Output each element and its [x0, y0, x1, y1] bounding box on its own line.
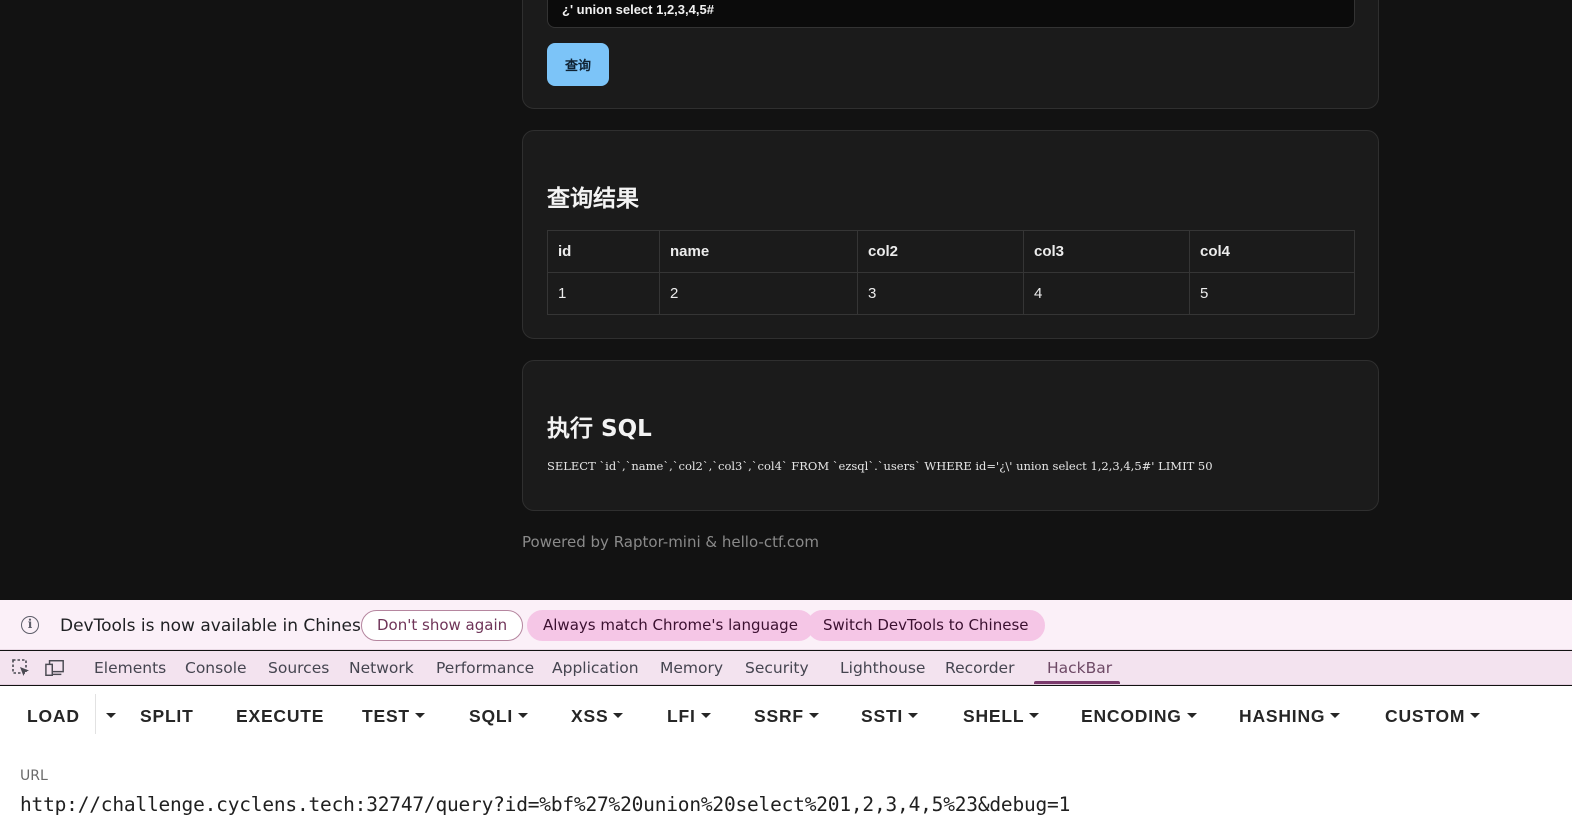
- chevron-down-icon: [414, 712, 425, 718]
- chevron-down-icon: [613, 712, 624, 718]
- load-button[interactable]: LOAD: [27, 706, 80, 727]
- column-header: col2: [857, 230, 1024, 273]
- always-match-language-button[interactable]: Always match Chrome's language: [527, 610, 814, 641]
- chevron-down-icon: [700, 712, 711, 718]
- table-cell: 1: [547, 272, 660, 315]
- chevron-down-icon: [106, 712, 116, 718]
- url-label: URL: [20, 768, 48, 784]
- infobar-message: DevTools is now available in Chinese: [60, 616, 372, 636]
- dont-show-again-button[interactable]: Don't show again: [361, 610, 524, 641]
- chevron-down-icon: [518, 712, 529, 718]
- xss-menu-label: XSS: [571, 706, 609, 726]
- tab-elements[interactable]: Elements: [94, 659, 166, 677]
- url-field[interactable]: http://challenge.cyclens.tech:32747/quer…: [20, 793, 1070, 816]
- tab-sources[interactable]: Sources: [268, 659, 329, 677]
- tab-network[interactable]: Network: [349, 659, 414, 677]
- info-icon: i: [21, 616, 39, 634]
- tab-security[interactable]: Security: [745, 659, 809, 677]
- devtools-language-infobar: i DevTools is now available in Chinese D…: [0, 600, 1572, 650]
- hashing-menu[interactable]: HASHING: [1239, 706, 1341, 727]
- shell-menu-label: SHELL: [963, 706, 1025, 726]
- table-cell: 4: [1023, 272, 1190, 315]
- table-header-row: id name col2 col3 col4: [547, 230, 1355, 273]
- hashing-menu-label: HASHING: [1239, 706, 1326, 726]
- column-header: id: [547, 230, 660, 273]
- column-header: name: [659, 230, 858, 273]
- sql-card: 执行 SQL SELECT `id`,`name`,`col2`,`col3`,…: [522, 360, 1379, 511]
- table-row: 1 2 3 4 5: [547, 272, 1355, 315]
- ssti-menu-label: SSTI: [861, 706, 904, 726]
- table-cell: 2: [659, 272, 858, 315]
- encoding-menu[interactable]: ENCODING: [1081, 706, 1197, 727]
- active-tab-indicator: [1034, 681, 1120, 684]
- chevron-down-icon: [1470, 712, 1481, 718]
- chevron-down-icon: [908, 712, 919, 718]
- xss-menu[interactable]: XSS: [571, 706, 624, 727]
- query-input[interactable]: ¿' union select 1,2,3,4,5#: [547, 0, 1355, 28]
- page-footer: Powered by Raptor-mini & hello-ctf.com: [522, 533, 819, 551]
- tab-hackbar[interactable]: HackBar: [1047, 659, 1112, 677]
- switch-devtools-chinese-button[interactable]: Switch DevTools to Chinese: [807, 610, 1045, 641]
- load-dropdown-button[interactable]: [101, 706, 116, 727]
- query-card: ¿' union select 1,2,3,4,5# 查询: [522, 0, 1379, 109]
- column-header: col3: [1023, 230, 1190, 273]
- sqli-menu-label: SQLI: [469, 706, 514, 726]
- test-menu[interactable]: TEST: [362, 706, 425, 727]
- custom-menu[interactable]: CUSTOM: [1385, 706, 1481, 727]
- encoding-menu-label: ENCODING: [1081, 706, 1182, 726]
- results-title: 查询结果: [547, 186, 639, 212]
- tab-console[interactable]: Console: [185, 659, 247, 677]
- query-button[interactable]: 查询: [547, 43, 609, 86]
- results-card: 查询结果 id name col2 col3 col4 1 2 3 4 5: [522, 130, 1379, 339]
- ssti-menu[interactable]: SSTI: [861, 706, 919, 727]
- column-header: col4: [1189, 230, 1355, 273]
- sql-statement: SELECT `id`,`name`,`col2`,`col3`,`col4` …: [547, 459, 1213, 473]
- devtools-tabbar: Elements Console Sources Network Perform…: [0, 651, 1572, 685]
- chevron-down-icon: [1186, 712, 1197, 718]
- table-cell: 3: [857, 272, 1024, 315]
- table-cell: 5: [1189, 272, 1355, 315]
- sqli-menu[interactable]: SQLI: [469, 706, 529, 727]
- ssrf-menu-label: SSRF: [754, 706, 804, 726]
- web-page: ¿' union select 1,2,3,4,5# 查询 查询结果 id na…: [0, 0, 1572, 600]
- split-button[interactable]: SPLIT: [140, 706, 194, 727]
- ssrf-menu[interactable]: SSRF: [754, 706, 819, 727]
- load-divider: [95, 694, 96, 734]
- chevron-down-icon: [1330, 712, 1341, 718]
- lfi-menu[interactable]: LFI: [667, 706, 711, 727]
- shell-menu[interactable]: SHELL: [963, 706, 1040, 727]
- tab-recorder[interactable]: Recorder: [945, 659, 1014, 677]
- tab-memory[interactable]: Memory: [660, 659, 723, 677]
- inspect-element-icon[interactable]: [11, 658, 31, 678]
- tab-performance[interactable]: Performance: [436, 659, 534, 677]
- execute-button[interactable]: EXECUTE: [236, 706, 324, 727]
- lfi-menu-label: LFI: [667, 706, 696, 726]
- results-table: id name col2 col3 col4 1 2 3 4 5: [547, 230, 1355, 315]
- device-toolbar-icon[interactable]: [45, 658, 65, 678]
- custom-menu-label: CUSTOM: [1385, 706, 1466, 726]
- chevron-down-icon: [808, 712, 819, 718]
- tab-lighthouse[interactable]: Lighthouse: [840, 659, 925, 677]
- hackbar-panel: LOAD SPLIT EXECUTE TEST SQLI XSS LFI SSR…: [0, 686, 1572, 823]
- sql-title: 执行 SQL: [547, 416, 652, 442]
- tab-application[interactable]: Application: [552, 659, 639, 677]
- chevron-down-icon: [1029, 712, 1040, 718]
- test-menu-label: TEST: [362, 706, 410, 726]
